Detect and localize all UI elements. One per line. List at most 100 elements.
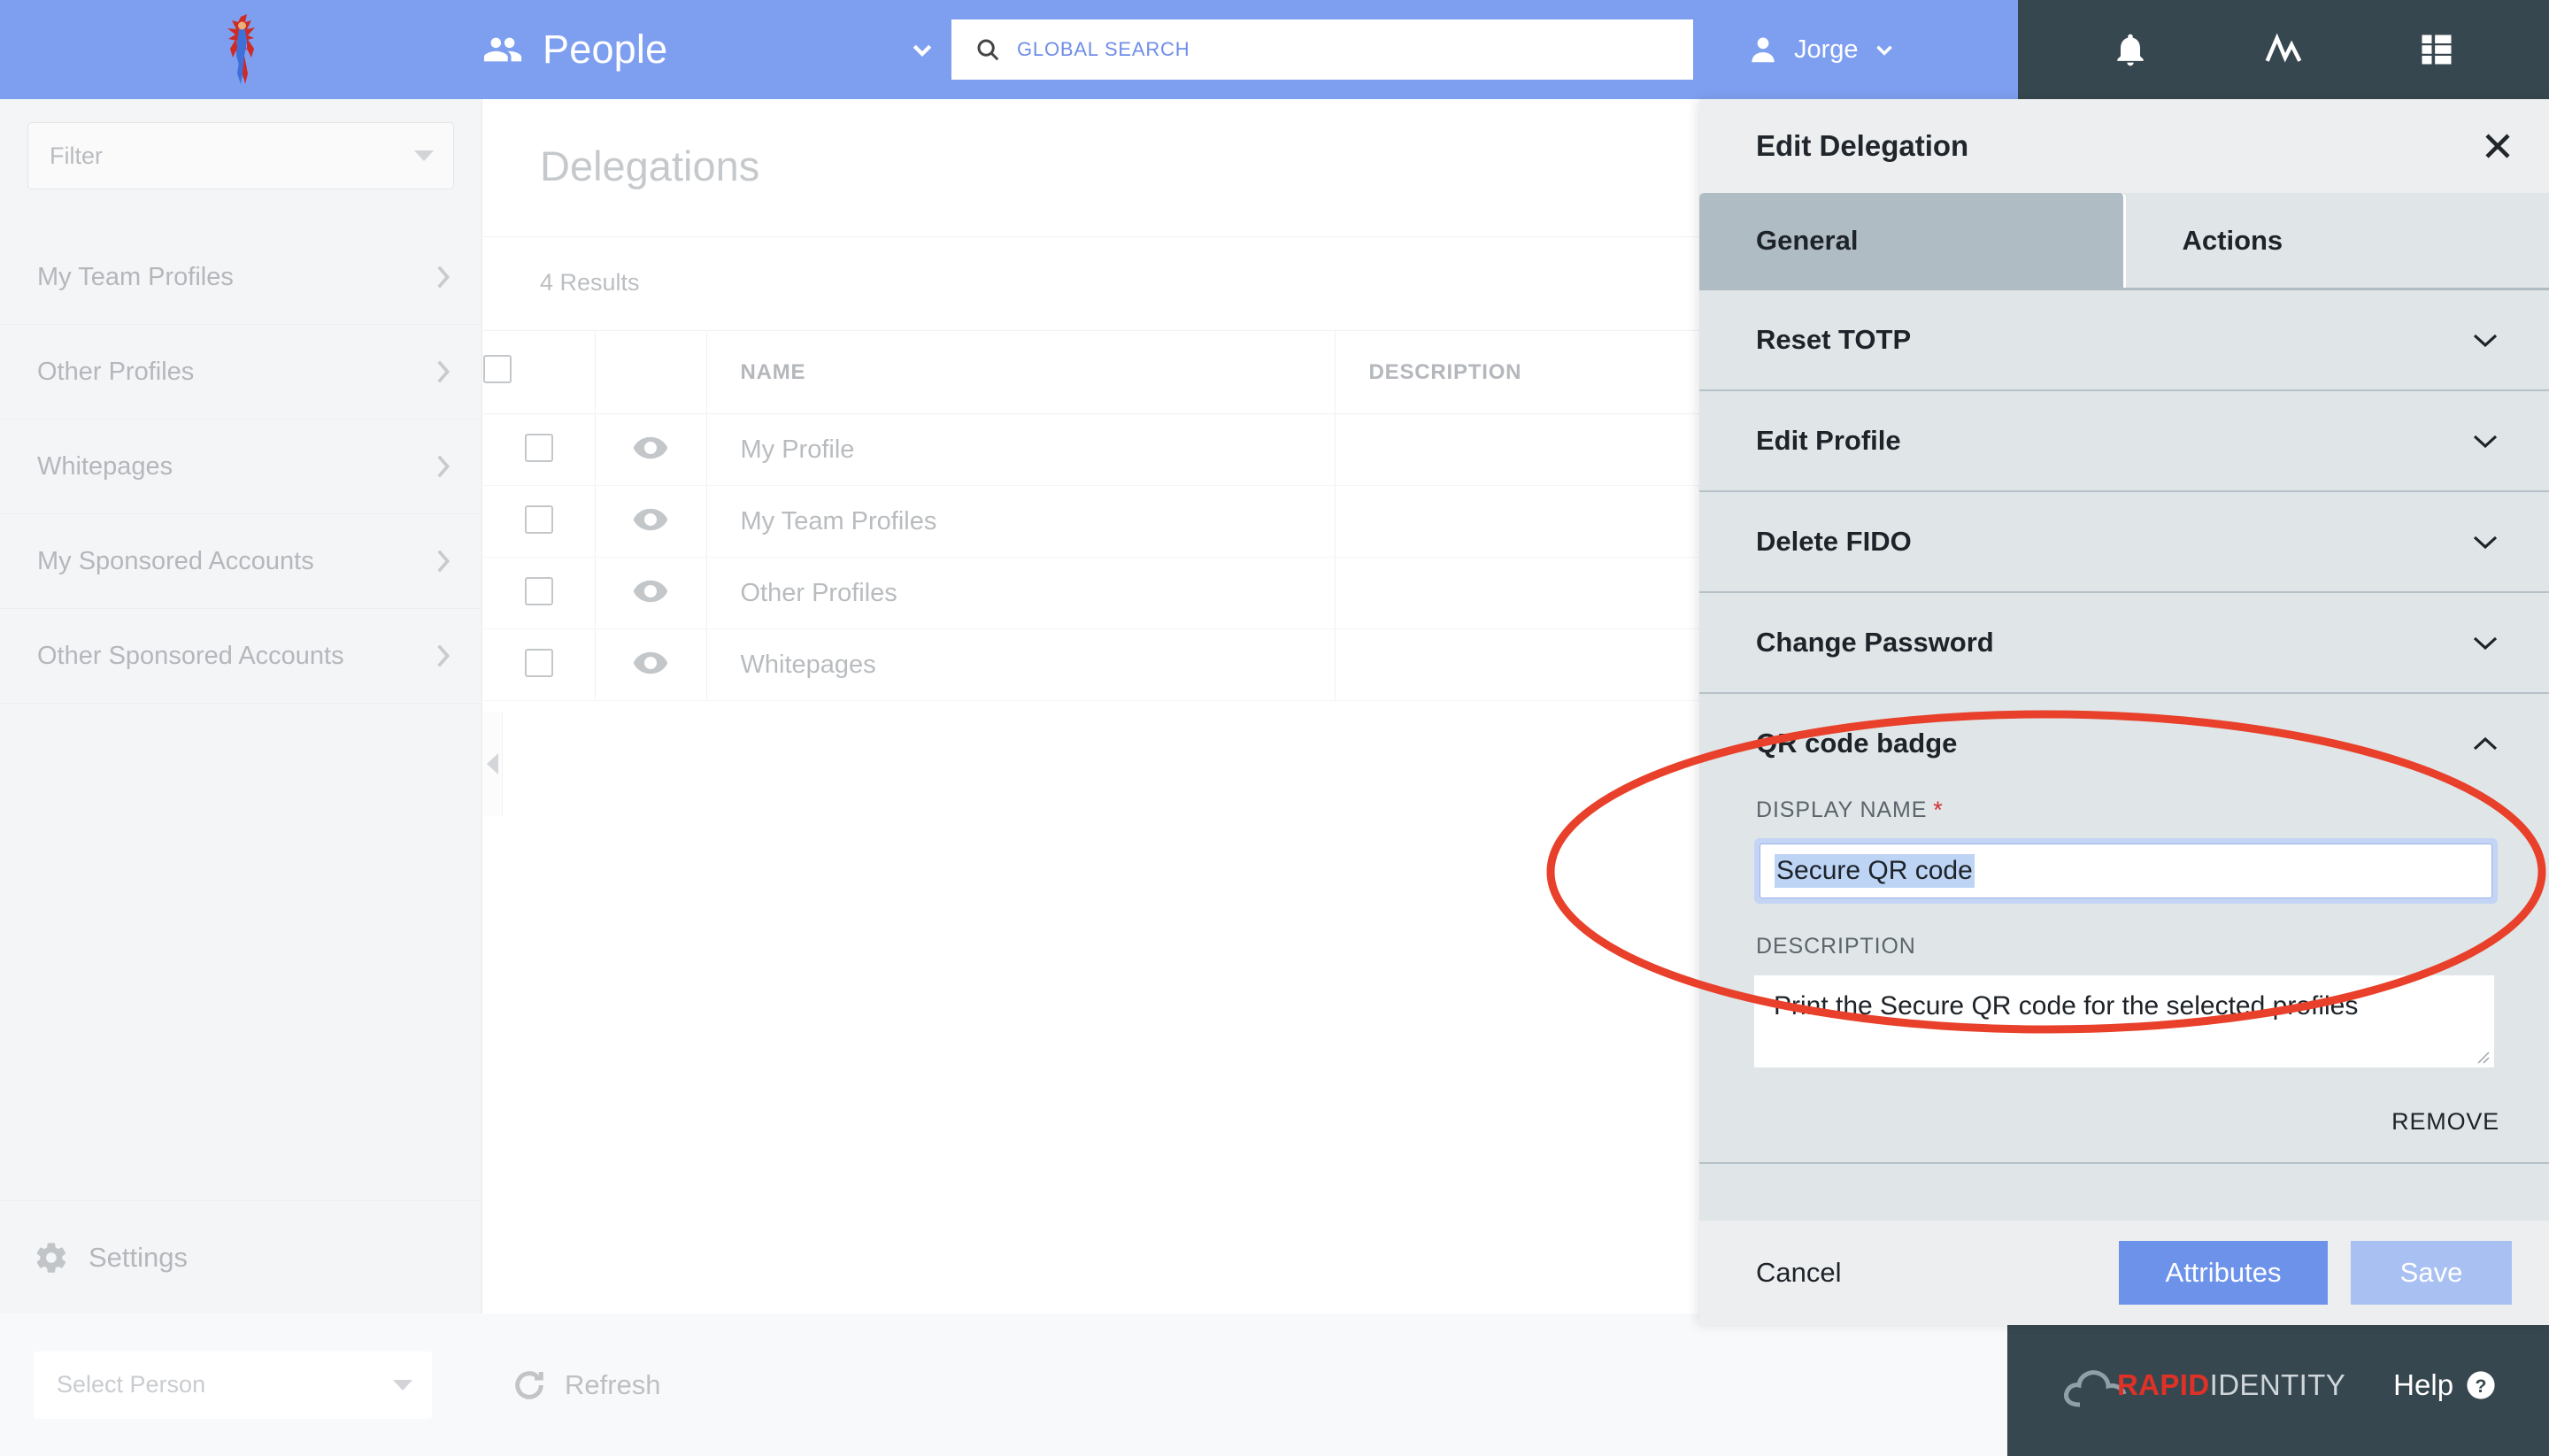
edit-delegation-panel: Edit Delegation General Actions Reset TO… (1699, 99, 2549, 1325)
select-all-header (483, 330, 596, 414)
row-view-cell (595, 485, 707, 558)
select-person-placeholder: Select Person (57, 1371, 206, 1398)
row-name-cell: Whitepages (706, 628, 1336, 701)
sidebar-collapse-handle[interactable] (483, 712, 503, 816)
chevron-down-icon (2471, 432, 2499, 450)
refresh-button[interactable]: Refresh (512, 1367, 661, 1403)
save-button[interactable]: Save (2351, 1241, 2512, 1305)
accordion-item-change-password[interactable]: Change Password (1699, 593, 2549, 694)
tab-actions[interactable]: Actions (2126, 193, 2549, 288)
eye-icon[interactable] (632, 573, 669, 610)
display-name-label: DISPLAY NAME * (1699, 793, 2549, 838)
chevron-down-icon (2471, 331, 2499, 349)
row-checkbox[interactable] (524, 433, 553, 462)
row-select-cell (483, 557, 596, 629)
chevron-right-icon (434, 641, 451, 671)
row-select-cell (483, 628, 596, 701)
triangle-left-icon (487, 753, 498, 774)
panel-title: Edit Delegation (1756, 129, 1969, 162)
view-column-header (595, 330, 707, 414)
tab-general[interactable]: General (1699, 193, 2126, 288)
display-name-label-text: DISPLAY NAME (1756, 797, 1928, 822)
resize-grip-icon[interactable] (2475, 1049, 2491, 1065)
row-name-label: Whitepages (740, 650, 876, 679)
chevron-down-icon[interactable] (1873, 38, 1896, 61)
table-row[interactable]: Other Profiles (483, 557, 1699, 629)
user-name-label: Jorge (1794, 35, 1859, 64)
close-icon[interactable] (2482, 130, 2514, 162)
row-checkbox[interactable] (524, 576, 553, 605)
refresh-icon (512, 1367, 547, 1403)
table-row[interactable]: My Team Profiles (483, 485, 1699, 558)
trend-line-icon[interactable] (2264, 30, 2303, 69)
table-row[interactable]: My Profile (483, 413, 1699, 486)
accordion-item-reset-totp[interactable]: Reset TOTP (1699, 290, 2549, 391)
display-name-input[interactable]: Secure QR code (1760, 844, 2492, 898)
description-value: Print the Secure QR code for the selecte… (1774, 991, 2359, 1021)
accordion-item-delete-fido[interactable]: Delete FIDO (1699, 492, 2549, 593)
row-checkbox[interactable] (524, 648, 553, 677)
display-name-input-focus-ring: Secure QR code (1754, 838, 2498, 904)
sidebar-item-settings[interactable]: Settings (0, 1200, 481, 1313)
top-navigation-bar: People GLOBAL SEARCH Jorge (0, 0, 2549, 99)
description-column-header: DESCRIPTION (1335, 330, 1699, 414)
utility-icon-bar (2018, 0, 2549, 99)
row-description-cell (1335, 628, 1699, 701)
chevron-right-icon (434, 262, 451, 292)
bell-icon[interactable] (2111, 30, 2150, 69)
remove-button[interactable]: REMOVE (2391, 1108, 2499, 1136)
settings-label: Settings (89, 1241, 189, 1273)
row-select-cell (483, 485, 596, 558)
module-selector-people[interactable]: People (482, 0, 951, 99)
refresh-label: Refresh (565, 1368, 661, 1400)
select-all-checkbox[interactable] (483, 355, 512, 383)
table-row[interactable]: Whitepages (483, 628, 1699, 701)
row-description-cell (1335, 557, 1699, 629)
accordion-item-edit-profile[interactable]: Edit Profile (1699, 391, 2549, 492)
attributes-button[interactable]: Attributes (2119, 1241, 2328, 1305)
tab-label: Actions (2182, 224, 2283, 256)
brand-rapid-text: RAPID (2116, 1367, 2210, 1401)
description-textarea[interactable]: Print the Secure QR code for the selecte… (1754, 975, 2494, 1067)
eye-icon[interactable] (632, 644, 669, 682)
eye-icon[interactable] (632, 501, 669, 538)
sidebar-item-whitepages[interactable]: Whitepages (0, 420, 481, 514)
sidebar-item-other-sponsored-accounts[interactable]: Other Sponsored Accounts (0, 609, 481, 704)
rapididentity-logo: RAPID IDENTITY (2060, 1360, 2345, 1410)
sidebar-item-label: Other Profiles (37, 357, 195, 386)
sidebar-item-other-profiles[interactable]: Other Profiles (0, 325, 481, 420)
chevron-down-icon[interactable] (909, 36, 936, 63)
row-name-cell: Other Profiles (706, 557, 1336, 629)
filter-input[interactable]: Filter (27, 122, 454, 189)
filter-container: Filter (0, 99, 481, 189)
chevron-down-icon (2471, 634, 2499, 651)
row-checkbox[interactable] (524, 505, 553, 534)
accordion-label: Edit Profile (1756, 425, 1901, 456)
sidebar-item-label: Other Sponsored Accounts (37, 641, 344, 670)
row-name-label: My Team Profiles (740, 506, 937, 535)
accordion-item-qr-code-badge: QR code badge DISPLAY NAME * Secure QR c… (1699, 694, 2549, 1164)
grid-list-icon[interactable] (2417, 30, 2456, 69)
accordion-label: Reset TOTP (1756, 324, 1912, 355)
app-logo[interactable] (0, 0, 482, 99)
accordion-qr-header[interactable]: QR code badge (1699, 694, 2549, 793)
sidebar-item-my-sponsored-accounts[interactable]: My Sponsored Accounts (0, 514, 481, 609)
remove-row: REMOVE (1699, 1067, 2549, 1136)
panel-footer: Cancel Attributes Save (1699, 1221, 2549, 1325)
svg-text:?: ? (2476, 1375, 2487, 1396)
cancel-button[interactable]: Cancel (1756, 1257, 1842, 1289)
help-button[interactable]: Help ? (2393, 1368, 2496, 1402)
search-input[interactable]: GLOBAL SEARCH (951, 19, 1693, 80)
sidebar-item-my-team-profiles[interactable]: My Team Profiles (0, 230, 481, 325)
row-name-label: My Profile (740, 435, 855, 464)
required-asterisk: * (1933, 797, 1944, 823)
user-menu[interactable]: Jorge (1693, 0, 2018, 99)
superhero-logo-icon (218, 12, 266, 88)
chevron-down-icon (2471, 533, 2499, 551)
row-name-label: Other Profiles (740, 578, 897, 607)
select-person-dropdown[interactable]: Select Person (34, 1351, 432, 1419)
eye-icon[interactable] (632, 429, 669, 466)
table-body: My Profile My Team Profiles Other Profil… (483, 413, 1699, 701)
main-content: Delegations 4 Results NAME DESCRIPTION M… (483, 99, 1699, 1313)
display-name-value: Secure QR code (1775, 854, 1975, 888)
